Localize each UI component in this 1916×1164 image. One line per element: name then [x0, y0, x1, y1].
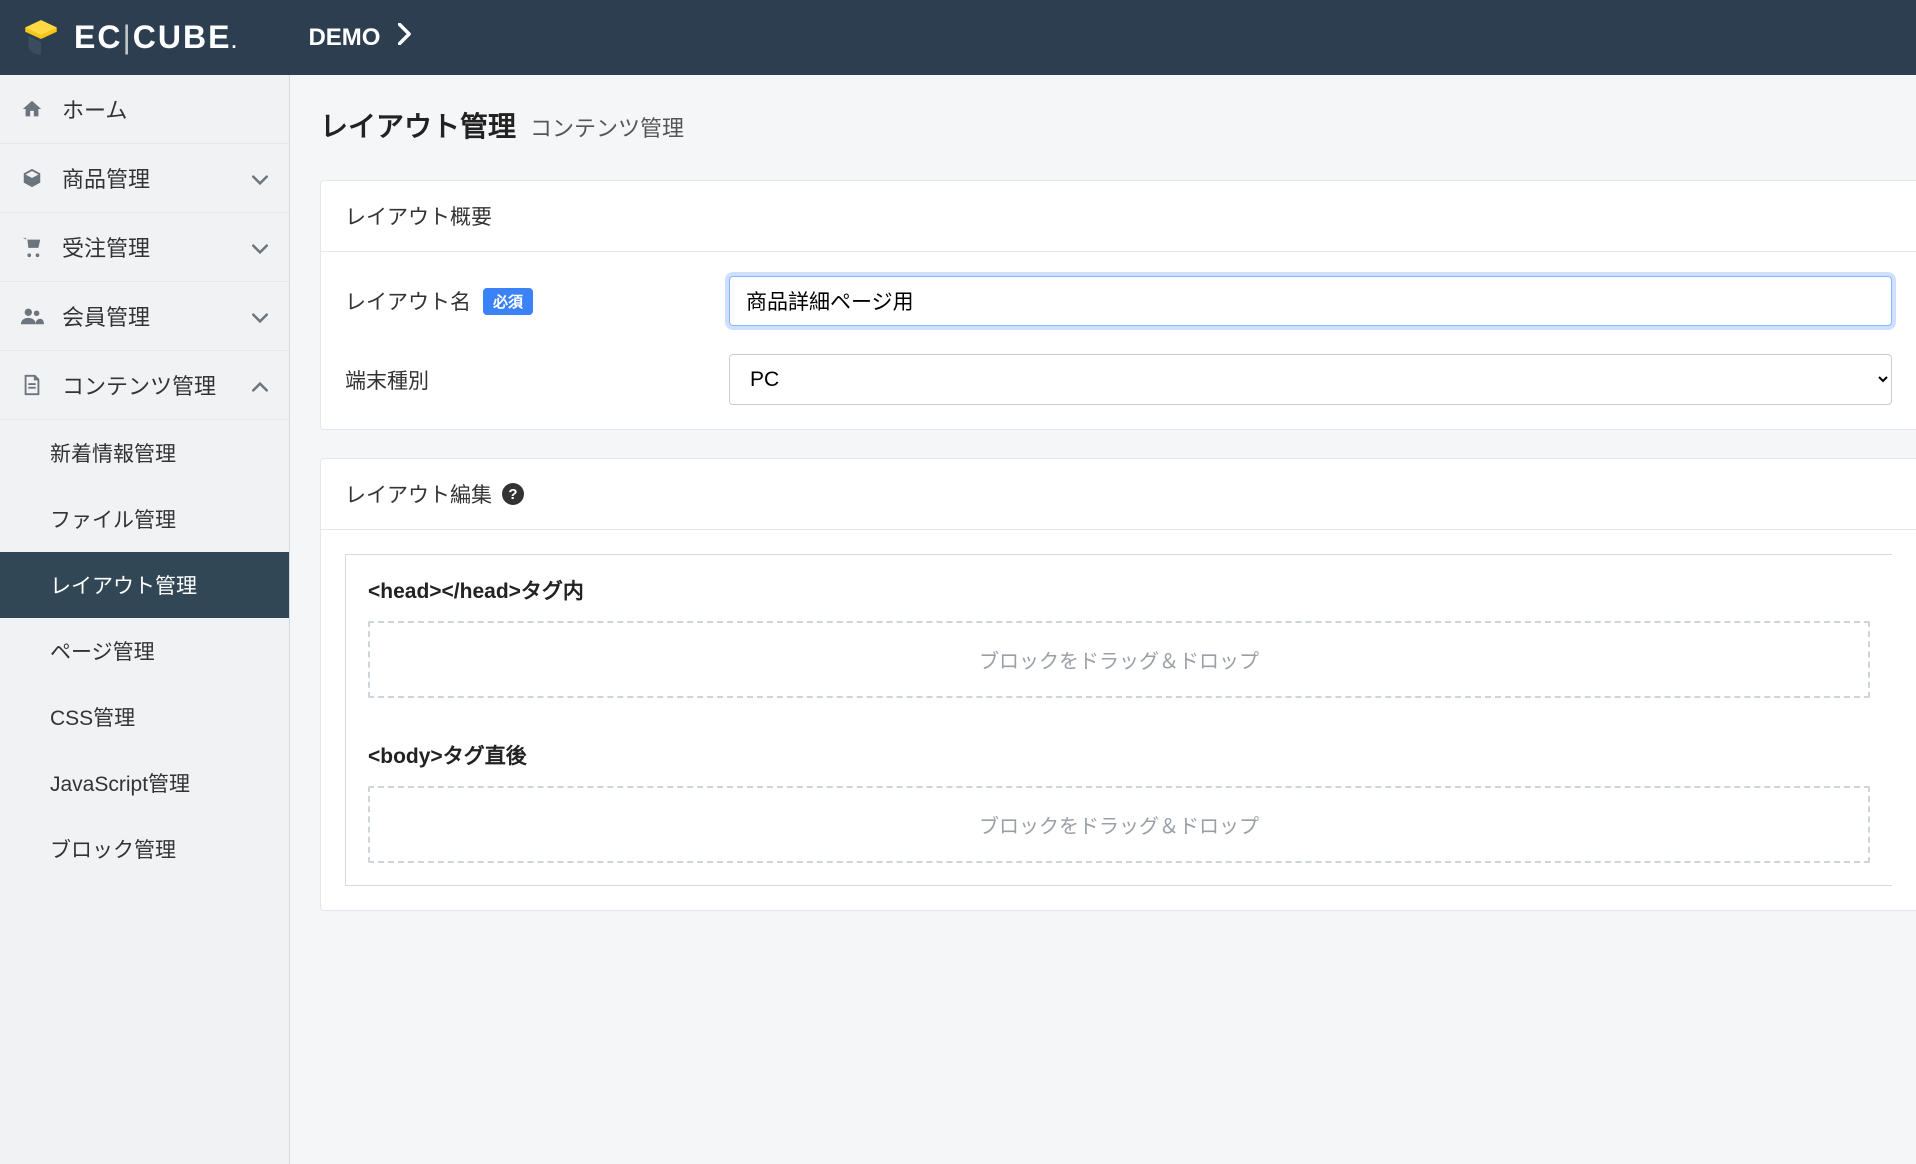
row-layout-name: レイアウト名 必須 — [345, 276, 1892, 326]
sidebar-sub-pages[interactable]: ページ管理 — [0, 618, 289, 684]
chevron-down-icon — [251, 238, 269, 256]
sidebar-item-label: CSS管理 — [50, 707, 135, 730]
sidebar-item-members[interactable]: 会員管理 — [0, 282, 289, 351]
sidebar-item-label: ファイル管理 — [50, 509, 176, 532]
sidebar: ホーム 商品管理 受注管理 会員管理 — [0, 75, 290, 1164]
sidebar-submenu-content: 新着情報管理 ファイル管理 レイアウト管理 ページ管理 CSS管理 JavaSc… — [0, 420, 289, 882]
device-type-select[interactable]: PC — [729, 354, 1892, 405]
sidebar-item-orders[interactable]: 受注管理 — [0, 213, 289, 282]
help-icon[interactable]: ? — [502, 483, 524, 505]
header: EC|CUBE. DEMO — [0, 0, 1916, 75]
logo-text: EC|CUBE. — [74, 19, 238, 56]
users-icon — [20, 304, 44, 328]
chevron-down-icon — [251, 169, 269, 187]
sidebar-item-label: コンテンツ管理 — [62, 369, 233, 401]
region-label: <head></head>タグ内 — [346, 555, 1892, 621]
sidebar-item-label: ページ管理 — [50, 641, 155, 664]
sidebar-item-home[interactable]: ホーム — [0, 75, 289, 144]
sidebar-sub-blocks[interactable]: ブロック管理 — [0, 816, 289, 882]
editor-panel: <head></head>タグ内 ブロックをドラッグ＆ドロップ <body>タグ… — [345, 554, 1892, 886]
sidebar-item-label: ブロック管理 — [50, 839, 176, 862]
row-device-type: 端末種別 PC — [345, 354, 1892, 405]
logo[interactable]: EC|CUBE. — [20, 17, 238, 59]
page-title-text: レイアウト管理 — [320, 105, 516, 145]
editor-card: レイアウト編集 ? <head></head>タグ内 ブロックをドラッグ＆ドロッ… — [320, 458, 1916, 911]
home-icon — [20, 97, 44, 121]
logo-icon — [20, 17, 62, 59]
sidebar-sub-js[interactable]: JavaScript管理 — [0, 750, 289, 816]
editor-card-title: レイアウト編集 — [345, 479, 492, 509]
sidebar-item-products[interactable]: 商品管理 — [0, 144, 289, 213]
sidebar-sub-news[interactable]: 新着情報管理 — [0, 420, 289, 486]
device-type-label: 端末種別 — [345, 365, 429, 395]
sidebar-sub-layout[interactable]: レイアウト管理 — [0, 552, 289, 618]
overview-card-title: レイアウト概要 — [345, 201, 492, 231]
sidebar-item-label: JavaScript管理 — [50, 773, 190, 796]
dropzone-head[interactable]: ブロックをドラッグ＆ドロップ — [368, 621, 1870, 698]
editor-card-header: レイアウト編集 ? — [321, 459, 1916, 530]
layout-name-input[interactable] — [729, 276, 1892, 326]
region-label: <body>タグ直後 — [346, 720, 1892, 786]
chevron-down-icon — [251, 307, 269, 325]
layout-name-label: レイアウト名 — [345, 286, 471, 316]
header-breadcrumb[interactable]: DEMO — [308, 23, 412, 52]
sidebar-item-content[interactable]: コンテンツ管理 — [0, 351, 289, 420]
layout-region-body-after: <body>タグ直後 ブロックをドラッグ＆ドロップ — [346, 720, 1892, 863]
sidebar-item-label: 受注管理 — [62, 231, 233, 263]
overview-card-header: レイアウト概要 — [321, 181, 1916, 252]
layout-region-head: <head></head>タグ内 ブロックをドラッグ＆ドロップ — [346, 555, 1892, 698]
sidebar-sub-files[interactable]: ファイル管理 — [0, 486, 289, 552]
file-icon — [20, 373, 44, 397]
sidebar-item-label: レイアウト管理 — [50, 575, 197, 598]
sidebar-item-label: ホーム — [62, 93, 269, 125]
sidebar-sub-css[interactable]: CSS管理 — [0, 684, 289, 750]
overview-card: レイアウト概要 レイアウト名 必須 端末種別 — [320, 180, 1916, 430]
breadcrumb-label: DEMO — [308, 24, 380, 52]
sidebar-item-label: 新着情報管理 — [50, 443, 176, 466]
page-title: レイアウト管理 コンテンツ管理 — [320, 105, 1916, 145]
cube-icon — [20, 166, 44, 190]
sidebar-item-label: 会員管理 — [62, 300, 233, 332]
dropzone-body-after[interactable]: ブロックをドラッグ＆ドロップ — [368, 786, 1870, 863]
chevron-up-icon — [251, 376, 269, 394]
required-badge: 必須 — [483, 288, 533, 315]
cart-icon — [20, 235, 44, 259]
main-content: レイアウト管理 コンテンツ管理 レイアウト概要 レイアウト名 必須 — [290, 75, 1916, 1164]
chevron-right-icon — [398, 23, 412, 52]
sidebar-item-label: 商品管理 — [62, 162, 233, 194]
page-subtitle: コンテンツ管理 — [530, 111, 684, 143]
